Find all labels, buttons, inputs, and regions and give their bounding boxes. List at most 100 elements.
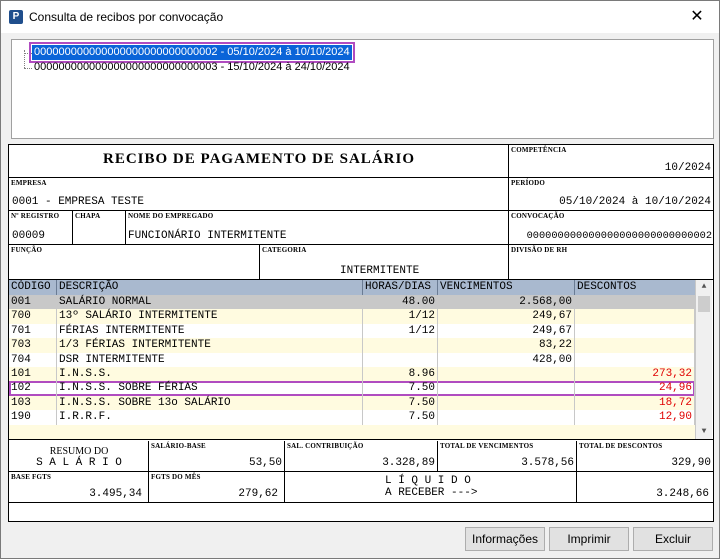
categoria-cell: CATEGORIA INTERMITENTE (260, 245, 509, 280)
liquido-subtitle: A RECEBER ---> (385, 487, 478, 499)
cell-venc (438, 395, 575, 411)
competencia-label: COMPETÊNCIA (511, 146, 567, 154)
cell-codigo: 103 (9, 395, 57, 411)
resumo-title: RESUMO DO (49, 446, 109, 457)
cell-codigo: 703 (9, 338, 57, 353)
close-button[interactable]: ✕ (675, 1, 719, 33)
cell-descricao: 1/3 FÉRIAS INTERMITENTE (57, 338, 363, 353)
empresa-label: EMPRESA (11, 179, 47, 187)
table-row[interactable]: 701 FÉRIAS INTERMITENTE 1/12 249,67 (9, 323, 695, 339)
cell-horas: 7.50 (363, 381, 438, 396)
nome-value: FUNCIONÁRIO INTERMITENTE (128, 230, 287, 242)
cell-codigo: 700 (9, 309, 57, 324)
salario-base-value: 53,50 (248, 457, 282, 469)
grid-header: CÓDIGO DESCRIÇÃO HORAS/DIAS VENCIMENTOS … (9, 280, 695, 295)
base-fgts-value: 3.495,34 (89, 488, 142, 500)
cell-desc (575, 323, 695, 339)
cell-descricao: SALÁRIO NORMAL (57, 295, 363, 310)
fgts-mes-label: FGTS DO MÊS (151, 473, 201, 481)
sal-contribuicao-cell: SAL. CONTRIBUIÇÃO 3.328,89 (285, 441, 438, 472)
competencia-value: 10/2024 (664, 162, 711, 174)
nome-cell: NOME DO EMPREGADO FUNCIONÁRIO INTERMITEN… (126, 211, 509, 245)
cell-descricao: I.R.R.F. (57, 410, 363, 425)
column-header-codigo[interactable]: CÓDIGO (9, 280, 57, 295)
convocation-tree[interactable]: 000000000000000000000000000002 - 05/10/2… (11, 39, 714, 139)
payslip-title-cell: RECIBO DE PAGAMENTO DE SALÁRIO (9, 145, 509, 178)
payslip-items-grid[interactable]: CÓDIGO DESCRIÇÃO HORAS/DIAS VENCIMENTOS … (9, 280, 713, 440)
table-row[interactable]: 190 I.R.R.F. 7.50 12,90 (9, 410, 695, 425)
table-row[interactable]: 700 13º SALÁRIO INTERMITENTE 1/12 249,67 (9, 309, 695, 324)
window-title: Consulta de recibos por convocação (29, 10, 224, 24)
column-header-vencimentos[interactable]: VENCIMENTOS (438, 280, 575, 295)
cell-descricao: I.N.S.S. (57, 367, 363, 382)
scroll-thumb[interactable] (698, 296, 710, 312)
table-row[interactable]: 101 I.N.S.S. 8.96 273,32 (9, 367, 695, 382)
cell-desc (575, 352, 695, 367)
column-header-horas[interactable]: HORAS/DIAS (363, 280, 438, 295)
scroll-up-icon[interactable]: ▲ (696, 280, 712, 294)
table-row[interactable]: 103 I.N.S.S. SOBRE 13o SALÁRIO 7.50 18,72 (9, 395, 695, 411)
table-row[interactable]: 102 I.N.S.S. SOBRE FÉRIAS 7.50 24,96 (9, 381, 695, 396)
cell-codigo: 190 (9, 410, 57, 425)
resumo-cell: RESUMO DO S A L Á R I O (9, 441, 149, 472)
table-row-empty (9, 424, 695, 439)
tree-item-convocation[interactable]: 000000000000000000000000000003 - 15/10/2… (32, 60, 352, 75)
funcao-label: FUNÇÃO (11, 246, 43, 254)
table-row[interactable]: 704 DSR INTERMITENTE 428,00 (9, 352, 695, 367)
cell-horas: 48.00 (363, 295, 438, 310)
convocacao-value: 000000000000000000000000000002 (526, 230, 712, 242)
nome-label: NOME DO EMPREGADO (128, 212, 214, 220)
cell-descricao: 13º SALÁRIO INTERMITENTE (57, 309, 363, 324)
total-vencimentos-value: 3.578,56 (521, 457, 574, 469)
base-fgts-cell: BASE FGTS 3.495,34 (9, 472, 149, 503)
categoria-label: CATEGORIA (262, 246, 307, 254)
registro-value: 00009 (12, 230, 46, 242)
grid-scrollbar[interactable]: ▲ ▼ (695, 280, 712, 439)
divisao-cell: DIVISÃO DE RH (509, 245, 713, 280)
categoria-value: INTERMITENTE (340, 265, 420, 277)
cell-horas (363, 352, 438, 367)
table-row[interactable]: 703 1/3 FÉRIAS INTERMITENTE 83,22 (9, 338, 695, 353)
chapa-cell: CHAPA (73, 211, 126, 245)
scroll-down-icon[interactable]: ▼ (696, 425, 712, 439)
cell-venc: 83,22 (438, 338, 575, 353)
cell-horas: 7.50 (363, 395, 438, 411)
tree-item-convocation[interactable]: 000000000000000000000000000002 - 05/10/2… (29, 42, 355, 63)
convocacao-cell: CONVOCAÇÃO 00000000000000000000000000000… (509, 211, 713, 245)
empresa-cell: EMPRESA 0001 - EMPRESA TESTE (9, 178, 509, 211)
tree-connector (24, 53, 32, 54)
salario-base-label: SALÁRIO-BASE (151, 442, 206, 450)
salario-base-cell: SALÁRIO-BASE 53,50 (149, 441, 285, 472)
total-vencimentos-label: TOTAL DE VENCIMENTOS (440, 442, 534, 450)
liquido-label-cell: L Í Q U I D O A RECEBER ---> (285, 472, 577, 503)
info-button[interactable]: Informações (465, 527, 545, 551)
cell-codigo: 102 (9, 381, 57, 396)
base-fgts-label: BASE FGTS (11, 473, 52, 481)
cell-codigo: 101 (9, 367, 57, 382)
table-row[interactable]: 001 SALÁRIO NORMAL 48.00 2.568,00 (9, 295, 695, 310)
sal-contribuicao-value: 3.328,89 (382, 457, 435, 469)
payslip: RECIBO DE PAGAMENTO DE SALÁRIO COMPETÊNC… (8, 144, 714, 522)
fgts-mes-cell: FGTS DO MÊS 279,62 (149, 472, 285, 503)
delete-button[interactable]: Excluir (633, 527, 713, 551)
divisao-label: DIVISÃO DE RH (511, 246, 568, 254)
registro-label: Nº REGISTRO (11, 212, 60, 220)
total-descontos-cell: TOTAL DE DESCONTOS 329,90 (577, 441, 713, 472)
convocacao-label: CONVOCAÇÃO (511, 212, 565, 220)
cell-desc: 18,72 (575, 395, 695, 411)
liquido-cell: 3.248,66 (577, 472, 713, 503)
payslip-title: RECIBO DE PAGAMENTO DE SALÁRIO (103, 151, 415, 167)
cell-venc (438, 410, 575, 425)
sal-contribuicao-label: SAL. CONTRIBUIÇÃO (287, 442, 364, 450)
cell-venc: 249,67 (438, 323, 575, 339)
cell-desc: 12,90 (575, 410, 695, 425)
column-header-descontos[interactable]: DESCONTOS (575, 280, 695, 295)
chapa-label: CHAPA (75, 212, 101, 220)
total-descontos-label: TOTAL DE DESCONTOS (579, 442, 663, 450)
cell-descricao: I.N.S.S. SOBRE FÉRIAS (57, 381, 363, 396)
column-header-descricao[interactable]: DESCRIÇÃO (57, 280, 363, 295)
print-button[interactable]: Imprimir (549, 527, 629, 551)
cell-codigo: 704 (9, 352, 57, 367)
cell-desc: 273,32 (575, 367, 695, 382)
app-logo-icon: P (9, 10, 23, 24)
